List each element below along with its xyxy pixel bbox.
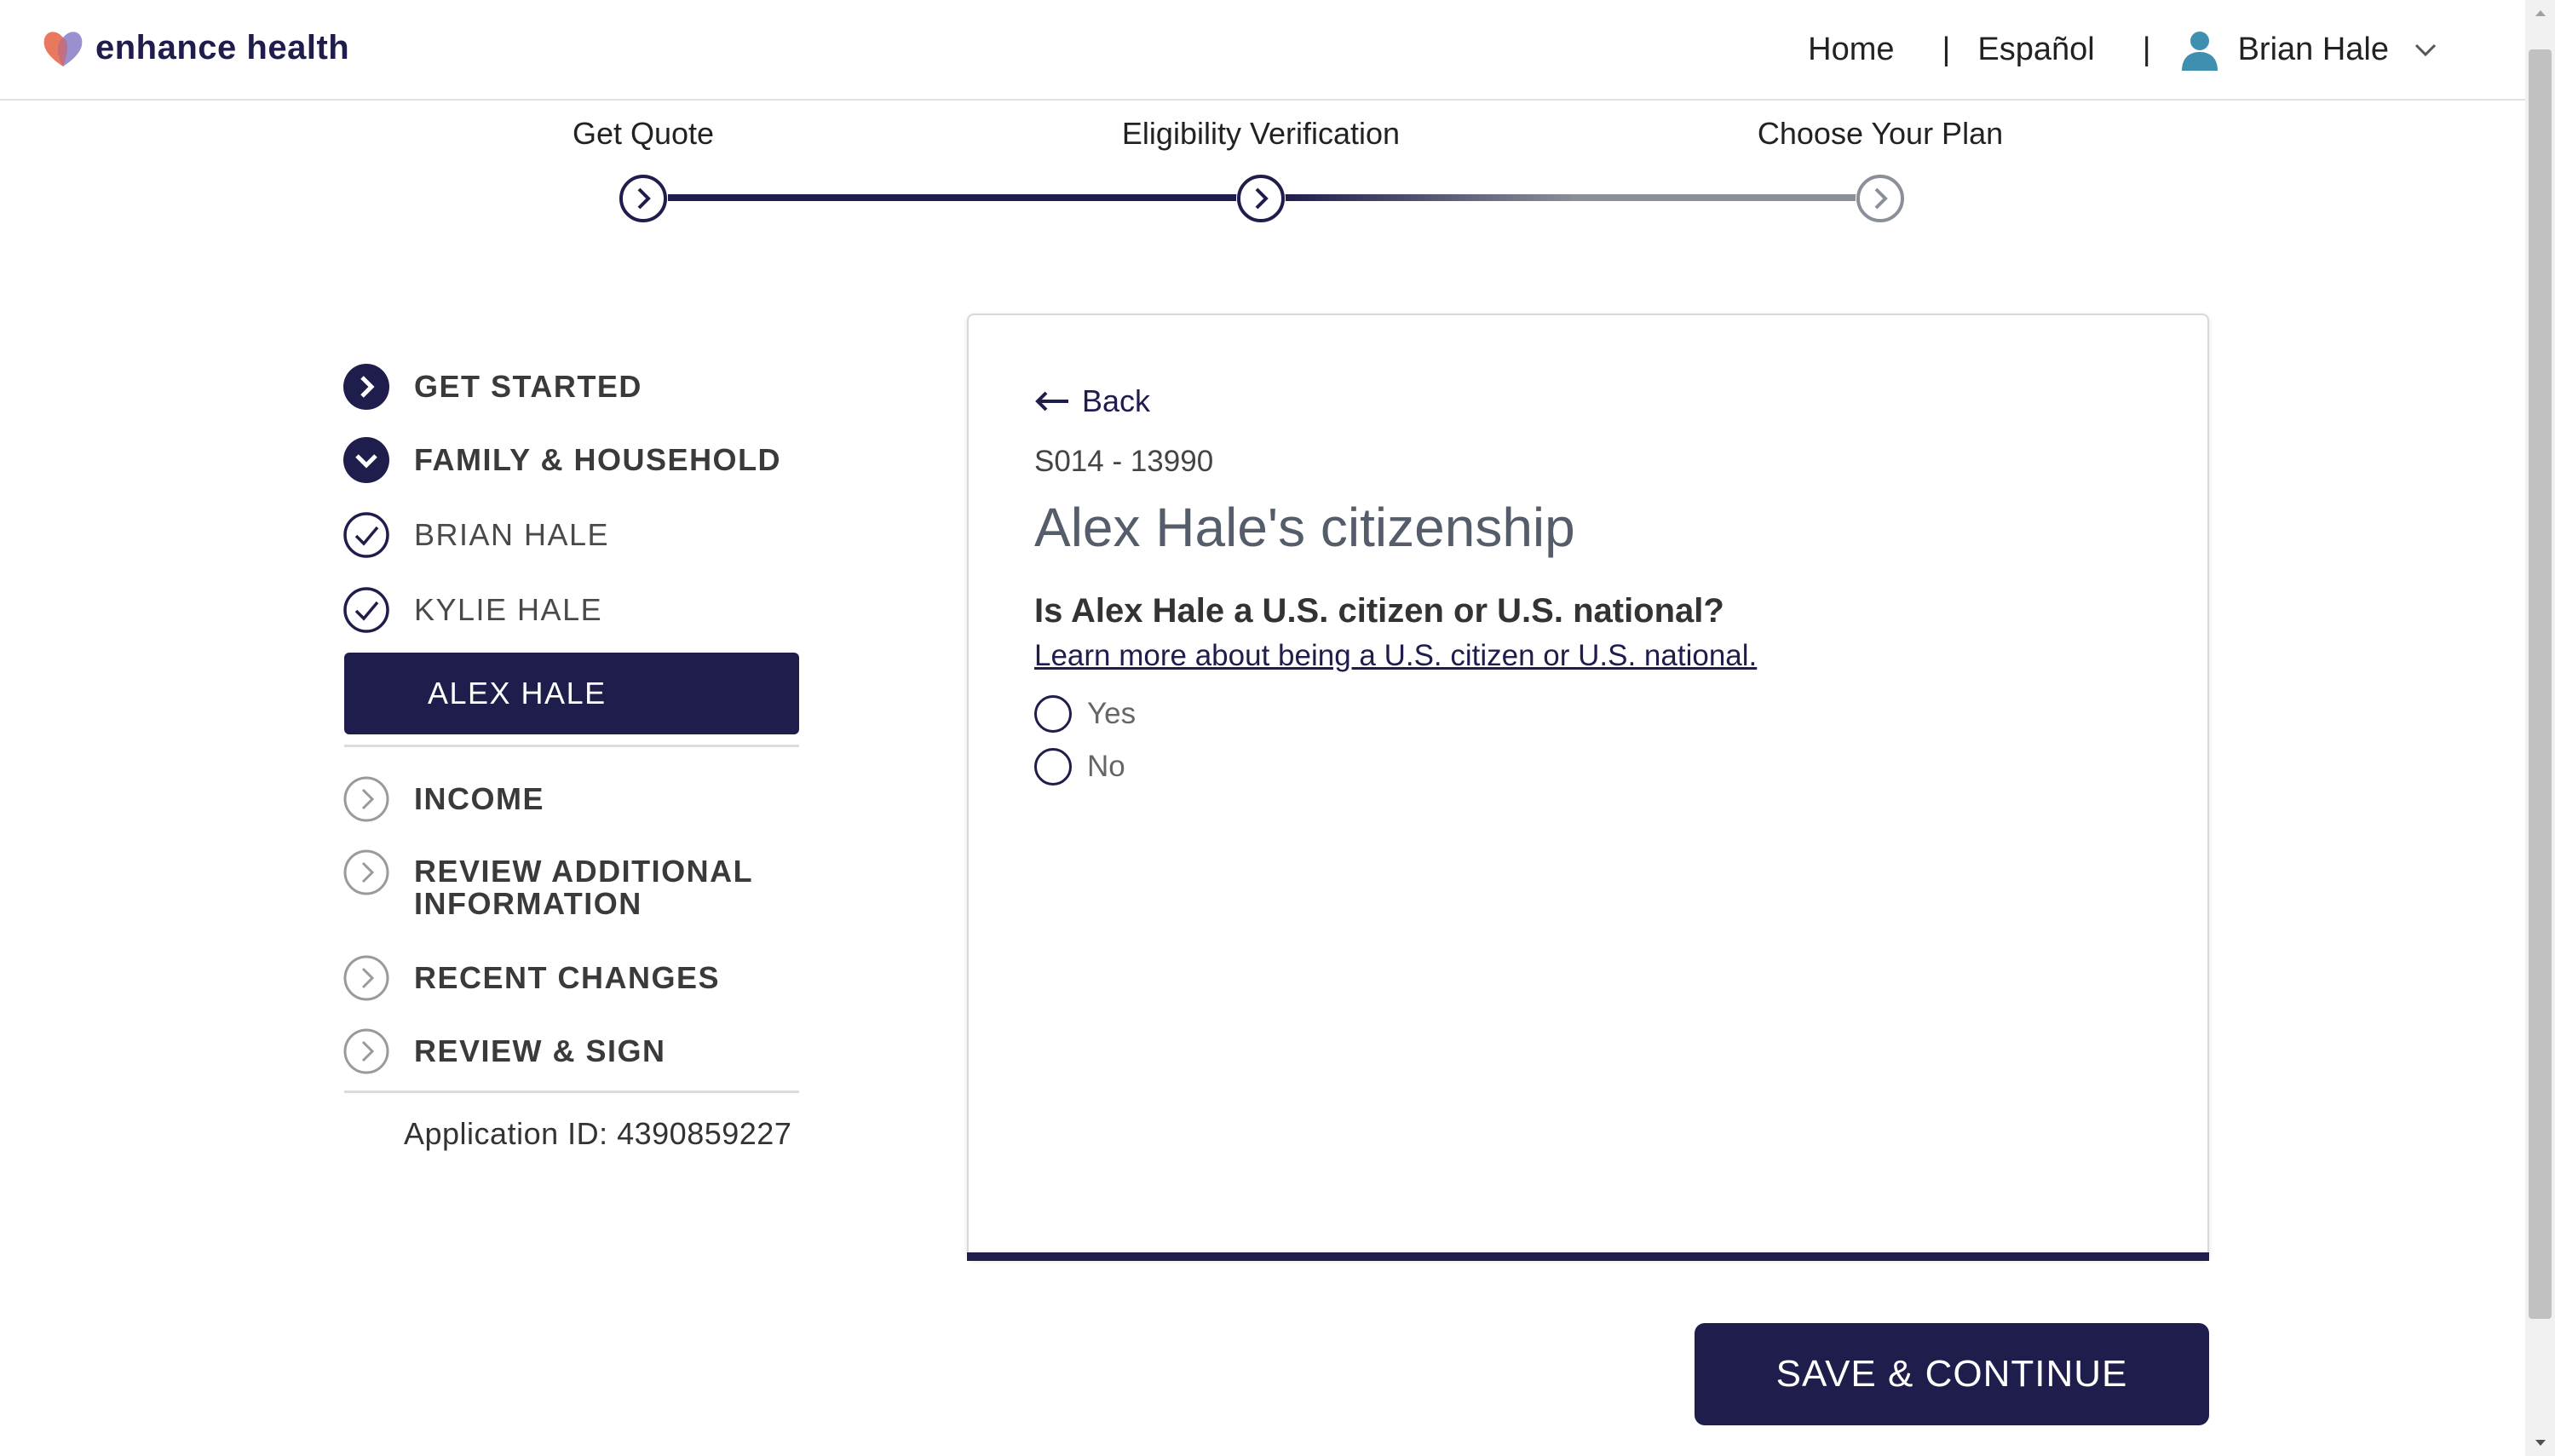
citizenship-question: Is Alex Hale a U.S. citizen or U.S. nati… [1034,592,1724,630]
sidebar-item-label: ALEX HALE [428,676,607,711]
progress-bar-upcoming [1572,194,1857,201]
sidebar-item-family-household[interactable]: FAMILY & HOUSEHOLD [342,436,781,484]
page-title: Alex Hale's citizenship [1034,497,1575,558]
chevron-right-icon [619,175,667,222]
user-avatar-icon [2181,32,2218,71]
top-nav: Home | Español | Brian Hale [1808,26,2440,73]
sidebar-item-label: KYLIE HALE [414,592,603,627]
chevron-right-icon [1237,175,1285,222]
card-bottom-accent [967,1252,2209,1261]
radio-no-label: No [1087,750,1125,783]
nav-home-link[interactable]: Home [1808,32,1894,68]
sidebar-item-label: REVIEW ADDITIONAL INFORMATION [414,854,753,921]
step-label-eligibility-verification: Eligibility Verification [1121,116,1401,151]
progress-bar-transition [1285,194,1574,201]
chevron-right-icon [1856,175,1904,222]
progress-stepper: Get Quote Eligibility Verification Choos… [0,99,2525,235]
radio-yes-button[interactable] [1034,695,1072,733]
sidebar-item-review-additional-information[interactable]: REVIEW ADDITIONAL INFORMATION [342,849,772,920]
scroll-up-arrow-icon[interactable] [2525,0,2555,26]
sidebar-item-brian-hale[interactable]: BRIAN HALE [342,511,609,559]
sidebar-divider [344,745,799,747]
scrollbar-thumb[interactable] [2529,49,2552,1319]
sidebar-item-review-sign[interactable]: REVIEW & SIGN [342,1027,666,1075]
check-circle-icon [343,587,389,633]
radio-yes-label: Yes [1087,697,1137,730]
sidebar-item-label: BRIAN HALE [414,517,610,552]
enhance-health-logo[interactable]: enhance health [39,22,349,73]
chevron-right-outline-icon [343,955,389,1001]
chevron-down-filled-icon [343,437,389,483]
top-header: enhance health Home | Español | Brian Ha… [0,0,2525,101]
sidebar-item-alex-hale-active[interactable]: ALEX HALE [344,653,799,734]
nav-separator: | [1942,31,1951,67]
step-eligibility-circle[interactable] [1236,174,1286,223]
sidebar-item-label: RECENT CHANGES [414,960,721,995]
nav-separator: | [2142,31,2151,67]
sidebar-item-kylie-hale[interactable]: KYLIE HALE [342,586,602,634]
chevron-right-filled-icon [343,364,389,410]
application-id: Application ID: 4390859227 [404,1116,792,1151]
check-circle-icon [343,512,389,558]
step-choose-plan-circle[interactable] [1856,174,1905,223]
sidebar-item-label: REVIEW & SIGN [414,1033,666,1068]
nav-espanol-link[interactable]: Español [1977,32,2094,68]
logo-text: enhance health [95,28,350,66]
radio-option-yes[interactable]: Yes [1034,695,1136,733]
chevron-right-outline-icon [343,849,389,895]
radio-no-button[interactable] [1034,748,1072,786]
form-code: S014 - 13990 [1034,445,1214,478]
back-label: Back [1082,383,1151,418]
sidebar-item-get-started[interactable]: GET STARTED [342,363,642,411]
sidebar-item-label: INCOME [414,781,544,816]
step-label-get-quote: Get Quote [572,116,715,151]
learn-more-link[interactable]: Learn more about being a U.S. citizen or… [1034,639,1757,673]
progress-bar-complete [668,194,1237,201]
citizenship-card: Back S014 - 13990 Alex Hale's citizenshi… [967,314,2209,1259]
chevron-down-icon[interactable] [2411,35,2440,64]
chevron-right-outline-icon [343,776,389,822]
page-scrollbar[interactable] [2525,0,2555,1456]
arrow-left-icon [1035,391,1068,411]
user-name: Brian Hale [2237,31,2389,67]
scroll-down-arrow-icon[interactable] [2525,1430,2555,1456]
sidebar-item-recent-changes[interactable]: RECENT CHANGES [342,954,720,1002]
save-continue-button[interactable]: SAVE & CONTINUE [1695,1323,2209,1425]
user-menu[interactable]: Brian Hale [2178,28,2440,71]
sidebar-item-label: FAMILY & HOUSEHOLD [414,442,782,477]
sidebar-divider [344,1091,799,1093]
sidebar-item-label: GET STARTED [414,369,642,404]
chevron-right-outline-icon [343,1028,389,1074]
radio-option-no[interactable]: No [1034,748,1125,786]
heart-logo-icon [43,32,83,66]
sidebar-item-income[interactable]: INCOME [342,775,544,823]
back-link[interactable]: Back [1034,383,1150,419]
step-get-quote-circle[interactable] [619,174,668,223]
step-label-choose-your-plan: Choose Your Plan [1757,116,2004,151]
